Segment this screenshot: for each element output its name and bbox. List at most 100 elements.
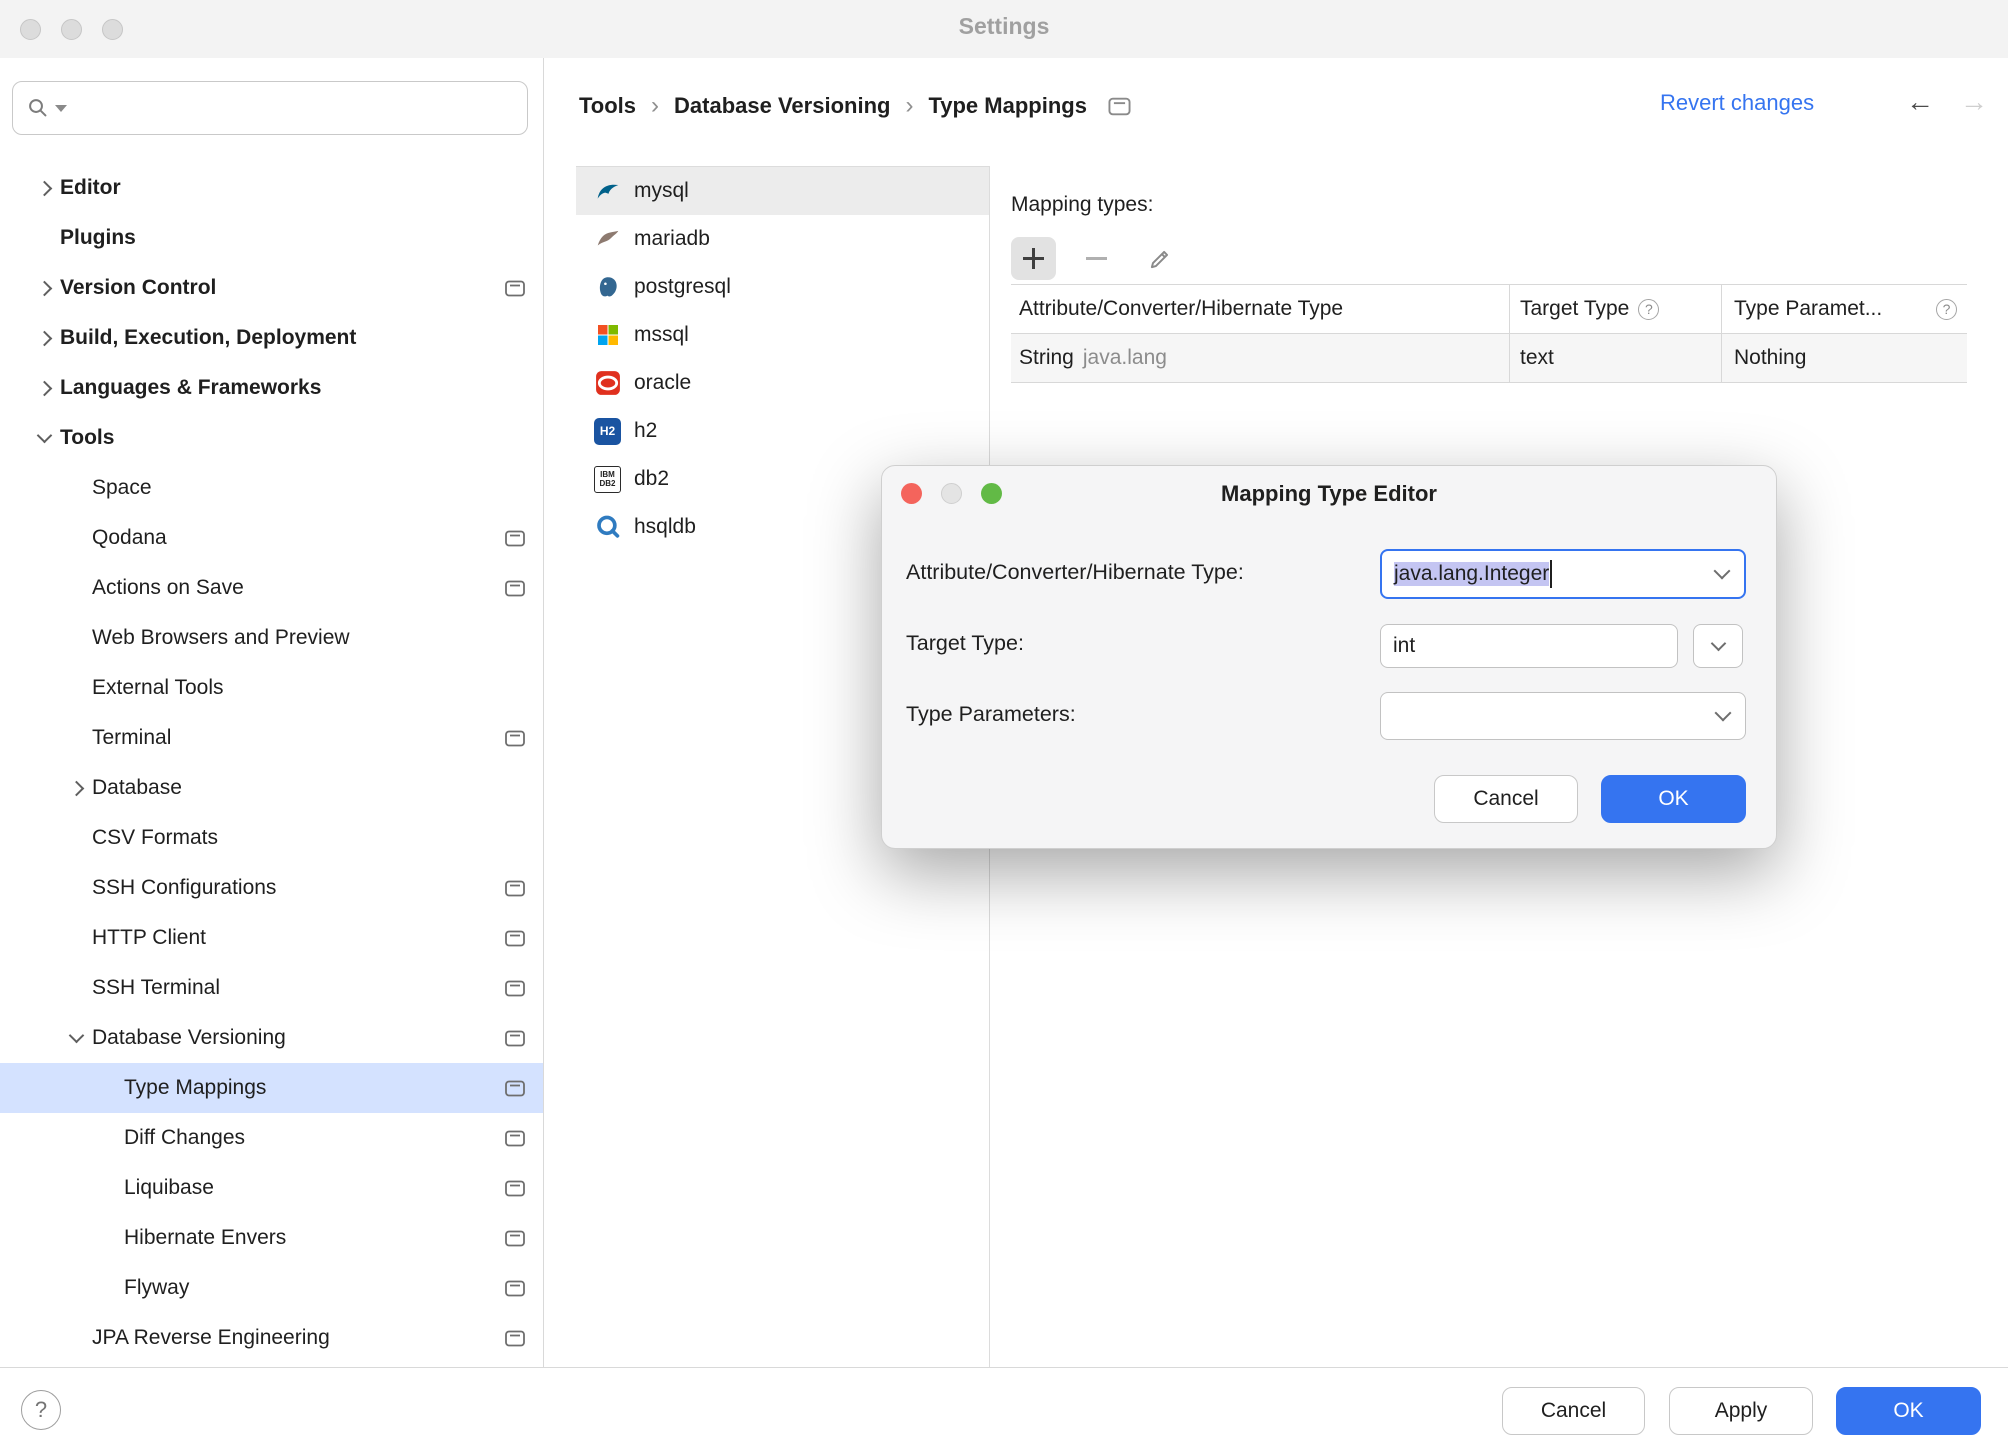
chevron-right-icon[interactable] xyxy=(36,180,52,196)
card-icon xyxy=(505,530,525,547)
back-arrow-icon[interactable]: ← xyxy=(1906,86,1934,118)
breadcrumb-separator: › xyxy=(905,92,913,120)
sidebar-item-database[interactable]: Database xyxy=(0,763,543,813)
sidebar-item-http-client[interactable]: HTTP Client xyxy=(0,913,543,963)
attribute-type-combobox[interactable]: java.lang.Integer xyxy=(1380,549,1746,599)
card-icon xyxy=(505,980,525,997)
db-item-mariadb[interactable]: mariadb xyxy=(576,215,989,263)
apply-button[interactable]: Apply xyxy=(1669,1387,1813,1435)
mapping-types-label: Mapping types: xyxy=(1011,193,1153,217)
attribute-type-label: Attribute/Converter/Hibernate Type: xyxy=(906,560,1244,585)
sidebar-item-tools[interactable]: Tools xyxy=(0,413,543,463)
sidebar-item-build-execution-deployment[interactable]: Build, Execution, Deployment xyxy=(0,313,543,363)
chevron-down-icon[interactable] xyxy=(1715,705,1732,722)
chevron-down-icon[interactable] xyxy=(36,428,52,444)
add-mapping-button[interactable] xyxy=(1011,237,1056,280)
chevron-right-icon[interactable] xyxy=(36,380,52,396)
sidebar-item-space[interactable]: Space xyxy=(0,463,543,513)
sidebar-item-database-versioning[interactable]: Database Versioning xyxy=(0,1013,543,1063)
target-type-input[interactable]: int xyxy=(1380,624,1678,668)
sidebar-item-version-control[interactable]: Version Control xyxy=(0,263,543,313)
column-header-type-parameters: Type Paramet... ? xyxy=(1722,285,1967,333)
sidebar-item-csv-formats[interactable]: CSV Formats xyxy=(0,813,543,863)
card-icon xyxy=(505,1180,525,1197)
mysql-icon xyxy=(594,178,621,205)
sidebar-item-external-tools[interactable]: External Tools xyxy=(0,663,543,713)
card-icon xyxy=(505,1130,525,1147)
chevron-right-icon[interactable] xyxy=(68,780,84,796)
mapping-type-parameters: Nothing xyxy=(1734,346,1806,370)
sidebar-item-qodana[interactable]: Qodana xyxy=(0,513,543,563)
sidebar-item-languages-frameworks[interactable]: Languages & Frameworks xyxy=(0,363,543,413)
revert-changes-link[interactable]: Revert changes xyxy=(1660,90,1814,116)
help-button[interactable]: ? xyxy=(21,1390,61,1430)
mssql-icon xyxy=(594,322,621,349)
type-parameters-combobox[interactable] xyxy=(1380,692,1746,740)
db-item-mssql[interactable]: mssql xyxy=(576,311,989,359)
pencil-icon xyxy=(1147,246,1173,272)
card-icon xyxy=(505,1280,525,1297)
sidebar-item-terminal[interactable]: Terminal xyxy=(0,713,543,763)
db-item-mysql[interactable]: mysql xyxy=(576,167,989,215)
target-type-label: Target Type: xyxy=(906,631,1024,656)
breadcrumb-item-database-versioning[interactable]: Database Versioning xyxy=(674,93,890,119)
dialog-ok-button[interactable]: OK xyxy=(1601,775,1746,823)
forward-arrow-icon[interactable]: → xyxy=(1960,86,1988,118)
sidebar-item-liquibase[interactable]: Liquibase xyxy=(0,1163,543,1213)
card-icon xyxy=(505,1330,525,1347)
search-icon xyxy=(27,97,49,119)
settings-tree: Editor Plugins Version Control Build, Ex… xyxy=(0,163,543,1363)
ok-button[interactable]: OK xyxy=(1836,1387,1981,1435)
card-icon xyxy=(505,1230,525,1247)
edit-mapping-button[interactable] xyxy=(1137,237,1182,280)
mapping-attribute: String xyxy=(1019,346,1074,370)
db-item-oracle[interactable]: oracle xyxy=(576,359,989,407)
remove-mapping-button[interactable] xyxy=(1074,237,1119,280)
mariadb-icon xyxy=(594,226,621,253)
sidebar-item-diff-changes[interactable]: Diff Changes xyxy=(0,1113,543,1163)
sidebar-item-ssh-terminal[interactable]: SSH Terminal xyxy=(0,963,543,1013)
sidebar-item-ssh-configurations[interactable]: SSH Configurations xyxy=(0,863,543,913)
mapping-attribute-package: java.lang xyxy=(1083,346,1167,370)
help-question-icon[interactable]: ? xyxy=(1936,299,1957,320)
breadcrumb-separator: › xyxy=(651,92,659,120)
card-icon xyxy=(505,1030,525,1047)
chevron-right-icon[interactable] xyxy=(36,280,52,296)
settings-search-box[interactable] xyxy=(12,81,528,135)
text-caret xyxy=(1550,560,1552,588)
target-type-dropdown-button[interactable] xyxy=(1693,624,1743,668)
target-type-value: int xyxy=(1393,634,1415,658)
plus-icon xyxy=(1023,248,1044,269)
sidebar-item-jpa-reverse-engineering[interactable]: JPA Reverse Engineering xyxy=(0,1313,543,1363)
search-options-chevron-icon[interactable] xyxy=(55,105,67,112)
sidebar-item-hibernate-envers[interactable]: Hibernate Envers xyxy=(0,1213,543,1263)
type-parameters-label: Type Parameters: xyxy=(906,702,1076,727)
breadcrumb-item-tools[interactable]: Tools xyxy=(579,93,636,119)
chevron-down-icon[interactable] xyxy=(68,1028,84,1044)
sidebar-item-flyway[interactable]: Flyway xyxy=(0,1263,543,1313)
sidebar-item-plugins[interactable]: Plugins xyxy=(0,213,543,263)
chevron-down-icon[interactable] xyxy=(1714,563,1731,580)
db2-icon: IBM DB2 xyxy=(594,466,621,493)
sidebar-item-type-mappings[interactable]: Type Mappings xyxy=(0,1063,543,1113)
settings-footer: ? Cancel Apply OK xyxy=(0,1367,2008,1452)
card-icon xyxy=(1108,97,1131,116)
cancel-button[interactable]: Cancel xyxy=(1502,1387,1645,1435)
window-titlebar: Settings xyxy=(0,0,2008,58)
sidebar-item-editor[interactable]: Editor xyxy=(0,163,543,213)
column-header-target-type: Target Type ? xyxy=(1510,285,1722,333)
settings-search-input[interactable] xyxy=(73,88,527,128)
sidebar-item-web-browsers-and-preview[interactable]: Web Browsers and Preview xyxy=(0,613,543,663)
breadcrumb-item-type-mappings[interactable]: Type Mappings xyxy=(928,93,1087,119)
card-icon xyxy=(505,580,525,597)
db-item-postgresql[interactable]: postgresql xyxy=(576,263,989,311)
db-item-h2[interactable]: H2 h2 xyxy=(576,407,989,455)
dialog-cancel-button[interactable]: Cancel xyxy=(1434,775,1578,823)
mapping-table-row[interactable]: String java.lang text Nothing xyxy=(1011,334,1967,383)
minus-icon xyxy=(1086,257,1107,260)
card-icon xyxy=(505,730,525,747)
help-question-icon[interactable]: ? xyxy=(1638,299,1659,320)
sidebar-item-actions-on-save[interactable]: Actions on Save xyxy=(0,563,543,613)
mapping-type-editor-dialog: Mapping Type Editor Attribute/Converter/… xyxy=(881,465,1777,849)
chevron-right-icon[interactable] xyxy=(36,330,52,346)
